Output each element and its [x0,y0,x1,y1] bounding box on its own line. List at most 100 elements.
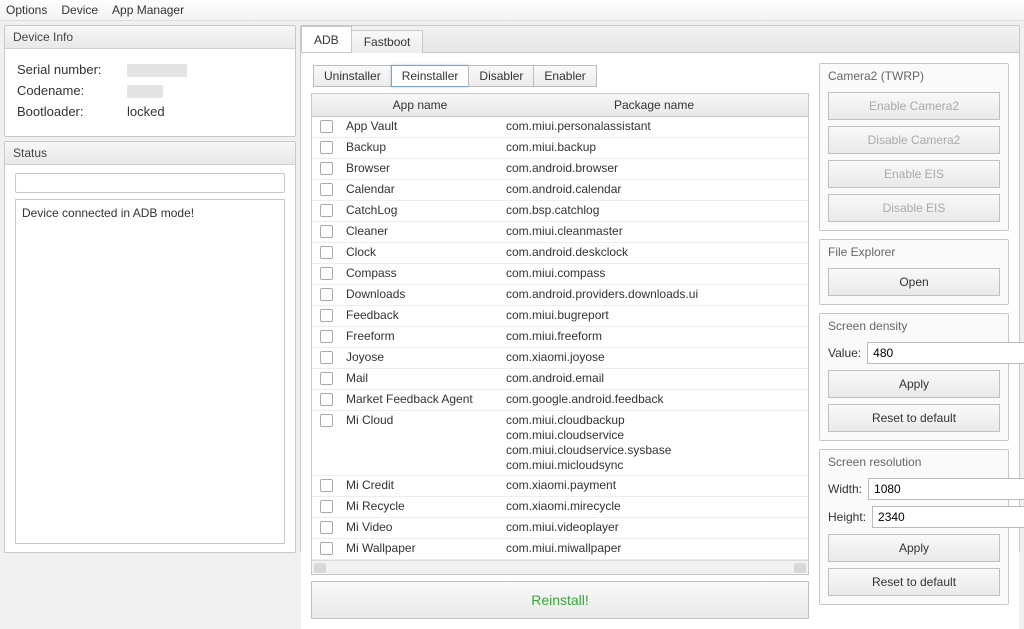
resolution-reset-button[interactable]: Reset to default [828,568,1000,596]
subtab-enabler[interactable]: Enabler [533,65,596,87]
density-reset-button[interactable]: Reset to default [828,404,1000,432]
app-name-cell: Downloads [340,285,500,306]
disable-camera2-button[interactable]: Disable Camera2 [828,126,1000,154]
app-name-cell: Feedback [340,306,500,327]
table-row[interactable]: CatchLogcom.bsp.catchlog [312,201,808,222]
package-name-cell: com.miui.personalassistant [500,117,808,138]
app-checkbox[interactable] [320,246,333,259]
table-row[interactable]: Mi Videocom.miui.videoplayer [312,518,808,539]
table-row[interactable]: Freeformcom.miui.freeform [312,327,808,348]
app-name-cell: Joyose [340,348,500,369]
file-explorer-title: File Explorer [820,240,1008,264]
enable-eis-button[interactable]: Enable EIS [828,160,1000,188]
table-row[interactable]: Mi Recyclecom.xiaomi.mirecycle [312,497,808,518]
package-name-cell: com.xiaomi.joyose [500,348,808,369]
menubar: Options Device App Manager [0,0,1024,21]
app-name-cell: App Vault [340,117,500,138]
package-name-cell: com.android.calendar [500,180,808,201]
table-row[interactable]: Cleanercom.miui.cleanmaster [312,222,808,243]
app-name-cell: Mi Video [340,518,500,539]
table-row[interactable]: Mi Creditcom.xiaomi.payment [312,476,808,497]
table-row[interactable]: Feedbackcom.miui.bugreport [312,306,808,327]
app-checkbox[interactable] [320,309,333,322]
tab-fastboot[interactable]: Fastboot [351,30,424,53]
table-row[interactable]: Mailcom.android.email [312,369,808,390]
subtab-reinstaller[interactable]: Reinstaller [391,65,470,87]
table-row[interactable]: Mi Wallpapercom.miui.miwallpaper [312,539,808,560]
density-input[interactable] [867,342,1024,364]
disable-eis-button[interactable]: Disable EIS [828,194,1000,222]
app-checkbox[interactable] [320,351,333,364]
col-pkg-name: Package name [500,94,808,117]
app-name-cell: Mi Wallpaper [340,539,500,560]
package-name-cell: com.miui.backup [500,138,808,159]
app-checkbox[interactable] [320,542,333,555]
resolution-height-label: Height: [828,510,866,524]
app-name-cell: Compass [340,264,500,285]
apps-table: App name Package name App Vaultcom.miui.… [311,93,809,575]
package-name-cell: com.miui.bugreport [500,306,808,327]
menu-options[interactable]: Options [6,3,47,17]
col-check [312,94,340,117]
app-checkbox[interactable] [320,267,333,280]
app-checkbox[interactable] [320,204,333,217]
app-checkbox[interactable] [320,521,333,534]
app-name-cell: Mi Cloud [340,411,500,476]
app-checkbox[interactable] [320,141,333,154]
app-checkbox[interactable] [320,393,333,406]
camera2-panel: Camera2 (TWRP) Enable Camera2 Disable Ca… [819,63,1009,231]
table-row[interactable]: Compasscom.miui.compass [312,264,808,285]
table-row[interactable]: Browsercom.android.browser [312,159,808,180]
serial-label: Serial number: [17,62,127,77]
table-row[interactable]: Mi Cloudcom.miui.cloudbackupcom.miui.clo… [312,411,808,476]
open-file-explorer-button[interactable]: Open [828,268,1000,296]
table-row[interactable]: Joyosecom.xiaomi.joyose [312,348,808,369]
subtab-disabler[interactable]: Disabler [468,65,534,87]
horizontal-scrollbar[interactable] [312,560,808,574]
table-row[interactable]: Clockcom.android.deskclock [312,243,808,264]
table-scroll[interactable]: App name Package name App Vaultcom.miui.… [312,94,808,560]
table-row[interactable]: Market Feedback Agentcom.google.android.… [312,390,808,411]
app-checkbox[interactable] [320,120,333,133]
package-name-cell: com.android.browser [500,159,808,180]
subtab-uninstaller[interactable]: Uninstaller [313,65,392,87]
app-checkbox[interactable] [320,183,333,196]
app-checkbox[interactable] [320,225,333,238]
density-apply-button[interactable]: Apply [828,370,1000,398]
enable-camera2-button[interactable]: Enable Camera2 [828,92,1000,120]
app-checkbox[interactable] [320,372,333,385]
device-info-title: Device Info [5,26,295,49]
package-name-cell: com.miui.videoplayer [500,518,808,539]
app-checkbox[interactable] [320,162,333,175]
table-row[interactable]: Backupcom.miui.backup [312,138,808,159]
camera2-title: Camera2 (TWRP) [820,64,1008,88]
package-name-cell: com.android.email [500,369,808,390]
app-name-cell: Clock [340,243,500,264]
tab-adb[interactable]: ADB [301,26,352,52]
resolution-width-input[interactable] [868,478,1024,500]
reinstall-button[interactable]: Reinstall! [311,581,809,619]
status-input[interactable] [15,173,285,193]
app-checkbox[interactable] [320,288,333,301]
resolution-height-input[interactable] [872,506,1024,528]
table-row[interactable]: App Vaultcom.miui.personalassistant [312,117,808,138]
app-name-cell: Mi Credit [340,476,500,497]
bootloader-label: Bootloader: [17,104,127,119]
app-name-cell: Browser [340,159,500,180]
density-value-label: Value: [828,346,861,360]
app-checkbox[interactable] [320,414,333,427]
menu-device[interactable]: Device [61,3,98,17]
table-row[interactable]: Downloadscom.android.providers.downloads… [312,285,808,306]
codename-label: Codename: [17,83,127,98]
package-name-cell: com.miui.cleanmaster [500,222,808,243]
package-name-cell: com.miui.miwallpaper [500,539,808,560]
app-checkbox[interactable] [320,330,333,343]
screen-resolution-panel: Screen resolution Width: px Height: px [819,449,1009,605]
app-name-cell: Mi Recycle [340,497,500,518]
menu-app-manager[interactable]: App Manager [112,3,184,17]
col-app-name: App name [340,94,500,117]
app-name-cell: Freeform [340,327,500,348]
app-checkbox[interactable] [320,500,333,513]
table-row[interactable]: Calendarcom.android.calendar [312,180,808,201]
app-checkbox[interactable] [320,479,333,492]
